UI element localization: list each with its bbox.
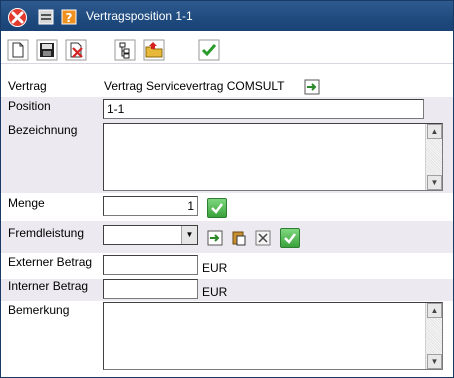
scroll-up-icon[interactable]: ▲ [427, 124, 442, 139]
goto-icon[interactable] [304, 79, 320, 95]
window-title: Vertragsposition 1-1 [86, 9, 193, 23]
externer-betrag-label: Externer Betrag [8, 255, 93, 269]
delete-icon[interactable] [65, 39, 87, 61]
bemerkung-label: Bemerkung [8, 303, 70, 317]
goto-icon[interactable] [207, 230, 223, 246]
save-icon[interactable] [36, 39, 58, 61]
scroll-up-icon[interactable]: ▲ [427, 303, 442, 318]
fremdleistung-label: Fremdleistung [8, 226, 85, 240]
fremdleistung-select[interactable]: ▼ [103, 225, 198, 245]
tree-icon[interactable] [114, 39, 136, 61]
open-folder-icon[interactable] [143, 39, 165, 61]
help-icon[interactable]: ? [61, 9, 77, 25]
scroll-down-icon[interactable]: ▼ [427, 354, 442, 369]
scroll-down-icon[interactable]: ▼ [427, 175, 442, 190]
menge-row [1, 193, 453, 221]
menge-confirm-button[interactable] [207, 198, 227, 218]
bezeichnung-label: Bezeichnung [8, 123, 78, 137]
interner-betrag-input[interactable] [103, 279, 198, 299]
vertrag-label: Vertrag [8, 79, 47, 93]
confirm-icon[interactable] [198, 39, 220, 61]
vertrag-value: Vertrag Servicevertrag COMSULT [104, 79, 285, 93]
paste-icon[interactable] [231, 230, 247, 246]
bezeichnung-scrollbar[interactable]: ▲ ▼ [425, 124, 442, 190]
externer-betrag-input[interactable] [103, 255, 198, 275]
dropdown-arrow-icon[interactable]: ▼ [181, 226, 197, 244]
position-input[interactable]: 1-1 [103, 99, 424, 119]
clear-icon[interactable] [255, 230, 271, 246]
fremdleistung-confirm-button[interactable] [280, 228, 300, 248]
bemerkung-scrollbar[interactable]: ▲ ▼ [425, 303, 442, 369]
externer-betrag-unit: EUR [202, 261, 228, 275]
menge-label: Menge [8, 196, 45, 210]
minimize-icon[interactable] [38, 9, 54, 25]
position-label: Position [8, 99, 51, 113]
title-bar: ? Vertragsposition 1-1 [1, 1, 453, 31]
svg-text:?: ? [66, 11, 73, 25]
bemerkung-textarea[interactable]: ▲ ▼ [103, 302, 443, 370]
menge-input[interactable]: 1 [103, 196, 198, 216]
new-document-icon[interactable] [7, 39, 29, 61]
interner-betrag-unit: EUR [202, 285, 228, 299]
close-icon[interactable] [8, 8, 27, 27]
dialog-window: ? Vertragsposition 1-1 Vertrag Vertrag S… [0, 0, 454, 378]
bezeichnung-textarea[interactable]: ▲ ▼ [103, 123, 443, 191]
interner-betrag-label: Interner Betrag [8, 279, 89, 293]
